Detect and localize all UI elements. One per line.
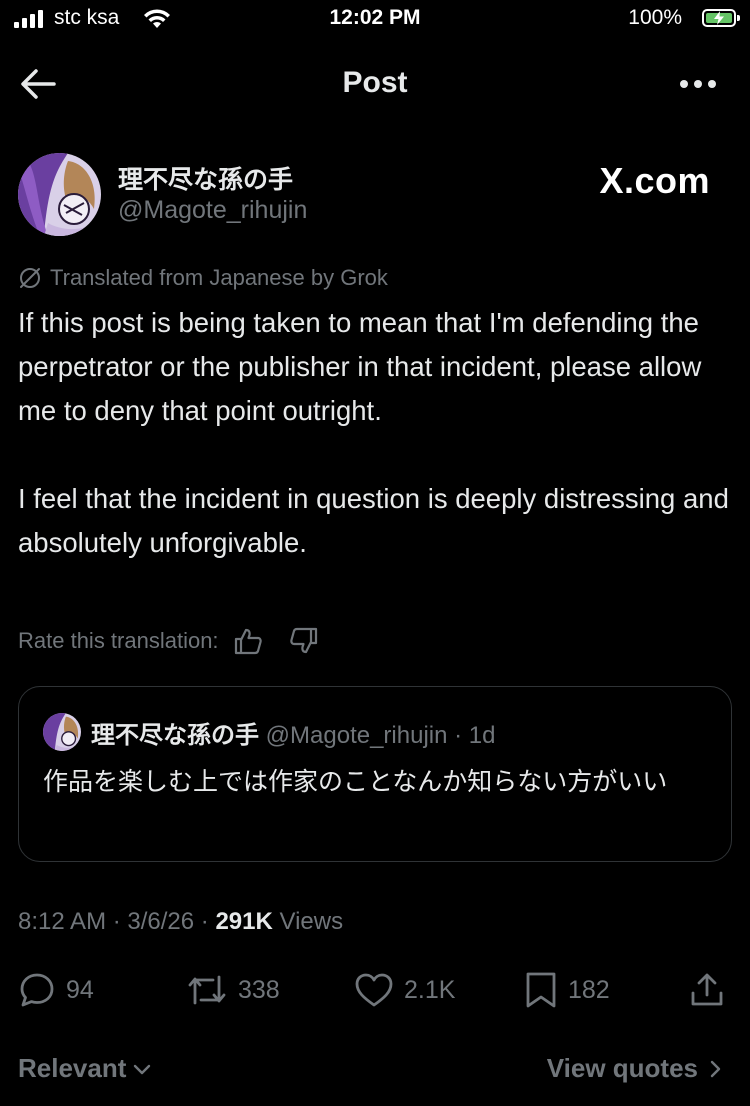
share-button[interactable]: [688, 970, 726, 1010]
quoted-avatar[interactable]: [43, 713, 81, 751]
view-quotes-label: View quotes: [546, 1053, 698, 1083]
more-horizontal-icon: [680, 80, 716, 88]
reply-count: 94: [66, 975, 94, 1004]
separator-dot: ·: [447, 722, 469, 749]
like-button[interactable]: 2.1K: [354, 970, 455, 1010]
post-text: If this post is being taken to mean that…: [18, 301, 732, 565]
post-paragraph: If this post is being taken to mean that…: [18, 307, 702, 426]
quoted-author-name: 理不尽な孫の手: [91, 722, 259, 749]
view-quotes-link[interactable]: View quotes: [547, 1053, 722, 1084]
battery-cap: [737, 15, 740, 21]
translate-icon: [20, 268, 40, 288]
reply-icon: [20, 973, 54, 1007]
quoted-header: 理不尽な孫の手 @Magote_rihujin · 1d: [91, 715, 496, 750]
repost-button[interactable]: 338: [186, 970, 280, 1010]
separator-dot: ·: [106, 908, 128, 935]
more-options-button[interactable]: [676, 70, 720, 98]
bookmark-button[interactable]: 182: [524, 970, 610, 1010]
post-meta: 8:12 AM · 3/6/26 · 291K Views: [18, 908, 343, 936]
sort-label: Relevant: [18, 1053, 127, 1083]
post-time: 8:12 AM: [18, 908, 107, 935]
bookmark-icon: [526, 972, 556, 1008]
quoted-post[interactable]: 理不尽な孫の手 @Magote_rihujin · 1d 作品を楽しむ上では作家…: [18, 686, 732, 862]
separator-dot: ·: [194, 908, 216, 935]
repost-icon: [188, 975, 226, 1005]
views-label: Views: [279, 908, 344, 935]
repost-count: 338: [238, 975, 280, 1004]
source-watermark: X.com: [599, 160, 710, 201]
bookmark-count: 182: [568, 975, 610, 1004]
heart-icon: [355, 973, 393, 1007]
thumbs-up-icon[interactable]: [233, 627, 263, 655]
translation-note: Translated from Japanese by Grok: [18, 264, 388, 292]
author-name[interactable]: 理不尽な孫の手: [118, 160, 293, 196]
reply-button[interactable]: 94: [18, 970, 94, 1010]
post-paragraph: I feel that the incident in question is …: [18, 483, 729, 558]
quoted-age: 1d: [468, 722, 496, 749]
avatar[interactable]: [18, 153, 101, 236]
thumbs-down-icon[interactable]: [289, 627, 319, 655]
views-count[interactable]: 291K: [215, 908, 272, 935]
author-handle[interactable]: @Magote_rihujin: [118, 196, 307, 225]
like-count: 2.1K: [404, 975, 456, 1004]
chevron-right-icon: [710, 1060, 721, 1077]
translation-note-text: Translated from Japanese by Grok: [50, 265, 388, 290]
status-bar: stc ksa 12:02 PM 100%: [0, 0, 750, 44]
battery-percentage: 100%: [628, 6, 682, 29]
post-date: 3/6/26: [127, 908, 195, 935]
battery-charging-icon: [702, 9, 736, 27]
quoted-author-handle: @Magote_rihujin: [265, 722, 448, 749]
chevron-down-icon: [134, 1064, 151, 1074]
sort-replies-dropdown[interactable]: Relevant: [18, 1053, 152, 1084]
page-title: Post: [342, 66, 408, 99]
quoted-text: 作品を楽しむ上では作家のことなんか知らない方がいい: [43, 768, 668, 796]
share-icon: [691, 973, 723, 1006]
rate-translation: Rate this translation:: [18, 626, 319, 656]
rate-translation-label: Rate this translation:: [18, 628, 219, 653]
